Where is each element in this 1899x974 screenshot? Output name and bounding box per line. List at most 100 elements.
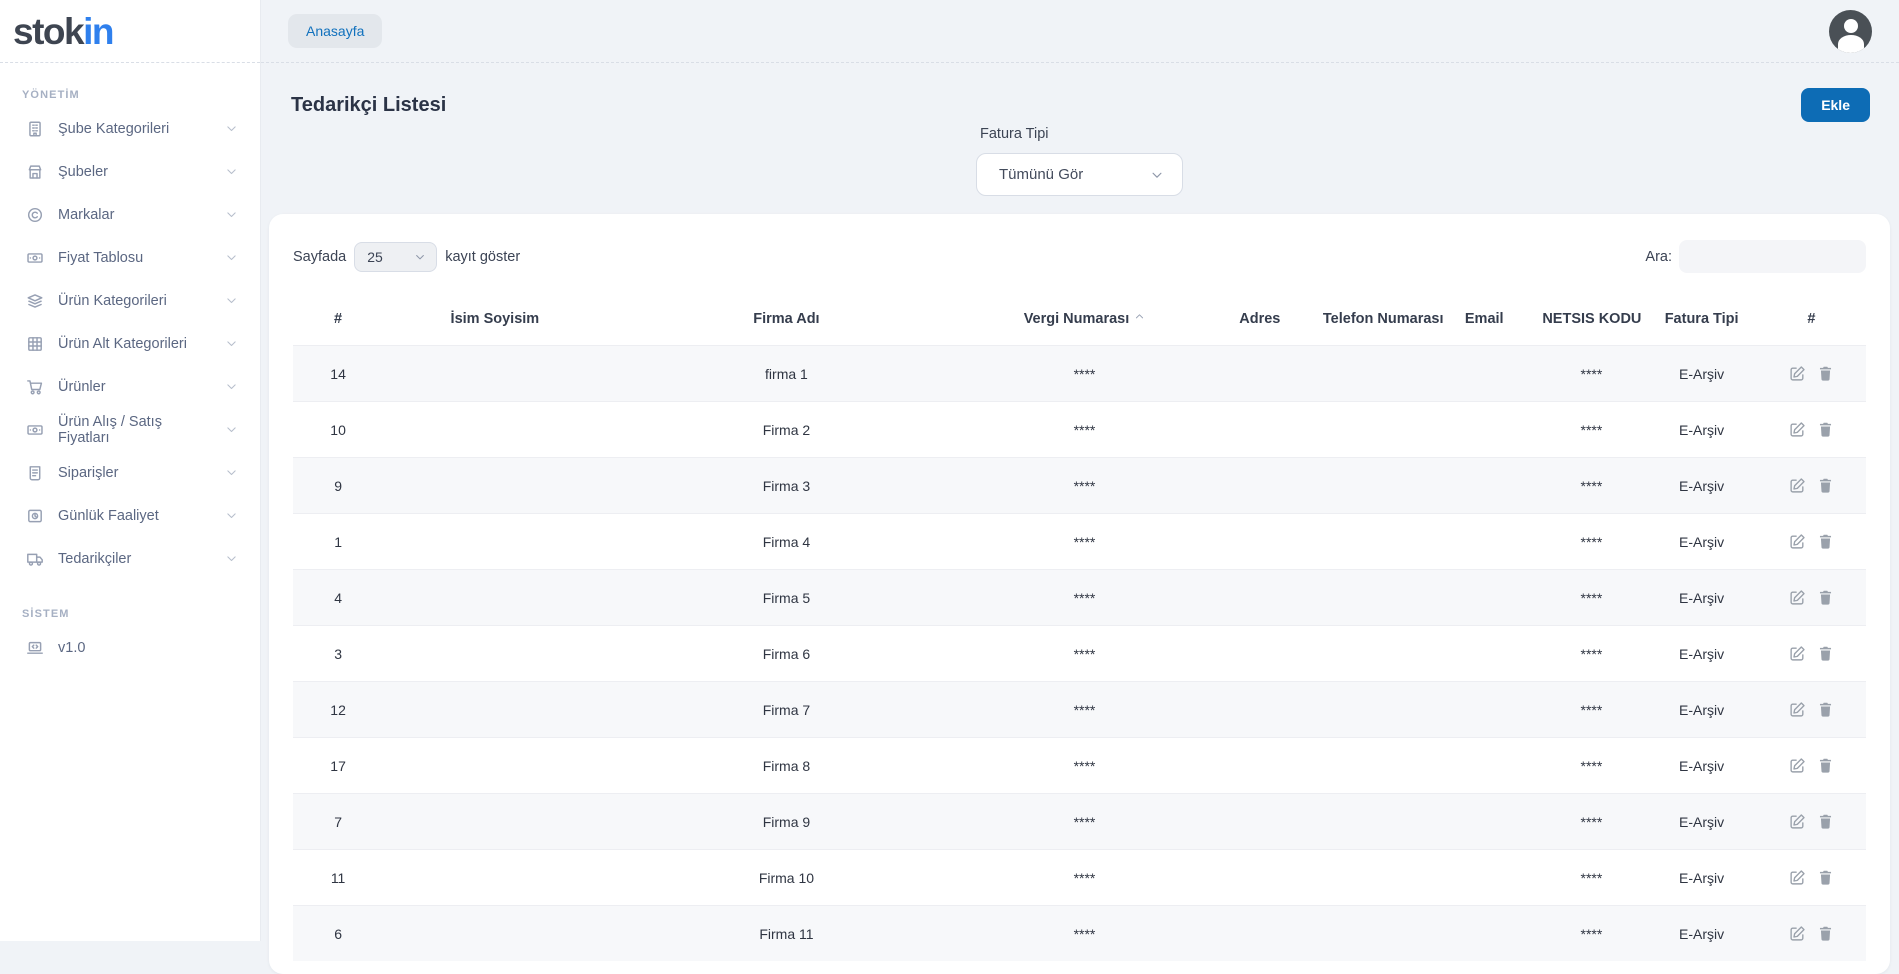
- edit-button[interactable]: [1789, 757, 1806, 774]
- delete-button[interactable]: [1817, 421, 1834, 438]
- chevron-down-icon: [225, 251, 238, 264]
- cell-firma: firma 1: [606, 345, 967, 402]
- cell-isim: [383, 345, 607, 402]
- column-header-5[interactable]: Telefon Numarası: [1317, 291, 1444, 346]
- delete-icon: [1817, 869, 1834, 886]
- logo-text-in: in: [83, 10, 114, 52]
- cell-netsis: ****: [1536, 569, 1647, 626]
- column-header-0[interactable]: #: [293, 291, 383, 346]
- column-header-7[interactable]: NETSIS KODU: [1536, 291, 1646, 346]
- delete-button[interactable]: [1817, 757, 1834, 774]
- copyright-icon: [26, 206, 44, 224]
- sidebar-item-ürünler[interactable]: Ürünler: [20, 365, 240, 408]
- delete-button[interactable]: [1817, 925, 1834, 942]
- table-row: 11 Firma 10 **** **** E-Arşiv: [293, 849, 1866, 906]
- page-length-select[interactable]: 25: [354, 241, 438, 272]
- cell-netsis: ****: [1536, 513, 1647, 570]
- sidebar-item-ürün-kategorileri[interactable]: Ürün Kategorileri: [20, 279, 240, 322]
- cell-adres: [1202, 625, 1317, 682]
- delete-button[interactable]: [1817, 813, 1834, 830]
- sidebar-item-ürün-alış-satış-fiyatları[interactable]: Ürün Alış / Satış Fiyatları: [20, 408, 240, 451]
- invoice-type-filter: Fatura Tipi Tümünü Gör: [976, 126, 1183, 196]
- cell-vergi: ****: [966, 737, 1203, 794]
- edit-button[interactable]: [1789, 701, 1806, 718]
- edit-button[interactable]: [1789, 477, 1806, 494]
- cell-isim: [383, 793, 607, 850]
- sidebar-section-label: YÖNETİM: [22, 89, 80, 101]
- column-header-8[interactable]: Fatura Tipi: [1647, 291, 1757, 346]
- edit-button[interactable]: [1789, 365, 1806, 382]
- search-label: Ara:: [1645, 248, 1672, 265]
- cell-fatura: E-Arşiv: [1646, 681, 1757, 738]
- edit-icon: [1789, 477, 1806, 494]
- app-logo[interactable]: stokin: [13, 10, 114, 52]
- cell-firma: Firma 10: [606, 849, 967, 906]
- edit-button[interactable]: [1789, 421, 1806, 438]
- search-input[interactable]: [1679, 240, 1866, 273]
- sidebar-item-label: Şubeler: [58, 163, 108, 180]
- cell-isim: [383, 513, 607, 570]
- invoice-type-select[interactable]: Tümünü Gör: [976, 153, 1183, 196]
- cell-vergi: ****: [966, 905, 1203, 961]
- table-row: 9 Firma 3 **** **** E-Arşiv: [293, 457, 1866, 514]
- cell-vergi: ****: [966, 569, 1203, 626]
- column-header-1[interactable]: İsim Soyisim: [383, 291, 606, 346]
- column-header-9[interactable]: #: [1757, 291, 1866, 346]
- sidebar-item-şubeler[interactable]: Şubeler: [20, 150, 240, 193]
- content: Tedarikçi Listesi Ekle Fatura Tipi Tümün…: [261, 63, 1899, 974]
- sidebar-item-fiyat-tablosu[interactable]: Fiyat Tablosu: [20, 236, 240, 279]
- table-card: Sayfada 25 kayıt göster Ara: # İsim Soyi…: [269, 214, 1890, 974]
- sidebar-item-siparişler[interactable]: Siparişler: [20, 451, 240, 494]
- cell-isim: [383, 401, 607, 458]
- user-avatar[interactable]: [1829, 9, 1872, 53]
- add-button[interactable]: Ekle: [1801, 88, 1870, 122]
- delete-button[interactable]: [1817, 701, 1834, 718]
- cell-adres: [1202, 905, 1317, 961]
- cell-netsis: ****: [1536, 905, 1647, 961]
- cell-actions: [1756, 849, 1866, 906]
- cell-fatura: E-Arşiv: [1646, 905, 1757, 961]
- column-header-4[interactable]: Adres: [1203, 291, 1317, 346]
- cell-firma: Firma 5: [606, 569, 967, 626]
- cell-email: [1432, 905, 1537, 961]
- delete-button[interactable]: [1817, 477, 1834, 494]
- column-header-3[interactable]: Vergi Numarası: [966, 291, 1202, 346]
- sidebar-item-şube-kategorileri[interactable]: Şube Kategorileri: [20, 107, 240, 150]
- edit-button[interactable]: [1789, 645, 1806, 662]
- column-header-6[interactable]: Email: [1432, 291, 1536, 346]
- delete-button[interactable]: [1817, 589, 1834, 606]
- delete-button[interactable]: [1817, 645, 1834, 662]
- cell-telefon: [1316, 793, 1433, 850]
- table-row: 14 firma 1 **** **** E-Arşiv: [293, 345, 1866, 402]
- delete-button[interactable]: [1817, 365, 1834, 382]
- cell-email: [1432, 345, 1537, 402]
- breadcrumb-home-link[interactable]: Anasayfa: [288, 14, 383, 48]
- cell-adres: [1202, 737, 1317, 794]
- edit-button[interactable]: [1789, 589, 1806, 606]
- cell-isim: [383, 905, 607, 961]
- delete-button[interactable]: [1817, 869, 1834, 886]
- edit-button[interactable]: [1789, 925, 1806, 942]
- column-header-2[interactable]: Firma Adı: [607, 291, 967, 346]
- sidebar-item-günlük-faaliyet[interactable]: Günlük Faaliyet: [20, 494, 240, 537]
- edit-button[interactable]: [1789, 533, 1806, 550]
- table-row: 17 Firma 8 **** **** E-Arşiv: [293, 737, 1866, 794]
- edit-icon: [1789, 701, 1806, 718]
- sidebar-item-v1.0[interactable]: v1.0: [20, 626, 240, 669]
- sidebar-item-label: Şube Kategorileri: [58, 120, 170, 137]
- cell-actions: [1756, 681, 1866, 738]
- delete-button[interactable]: [1817, 533, 1834, 550]
- sidebar-item-ürün-alt-kategorileri[interactable]: Ürün Alt Kategorileri: [20, 322, 240, 365]
- sidebar-item-tedarikçiler[interactable]: Tedarikçiler: [20, 537, 240, 580]
- edit-button[interactable]: [1789, 869, 1806, 886]
- invoice-type-selected-value: Tümünü Gör: [999, 166, 1084, 183]
- sidebar-item-label: Ürün Alış / Satış Fiyatları: [58, 413, 162, 446]
- cell-telefon: [1316, 737, 1433, 794]
- sidebar-item-markalar[interactable]: Markalar: [20, 193, 240, 236]
- cell-id: 1: [293, 513, 384, 570]
- cell-netsis: ****: [1536, 401, 1647, 458]
- banknote-icon: [26, 421, 44, 439]
- cell-telefon: [1316, 513, 1433, 570]
- edit-button[interactable]: [1789, 813, 1806, 830]
- sidebar-item-label: Siparişler: [58, 464, 119, 481]
